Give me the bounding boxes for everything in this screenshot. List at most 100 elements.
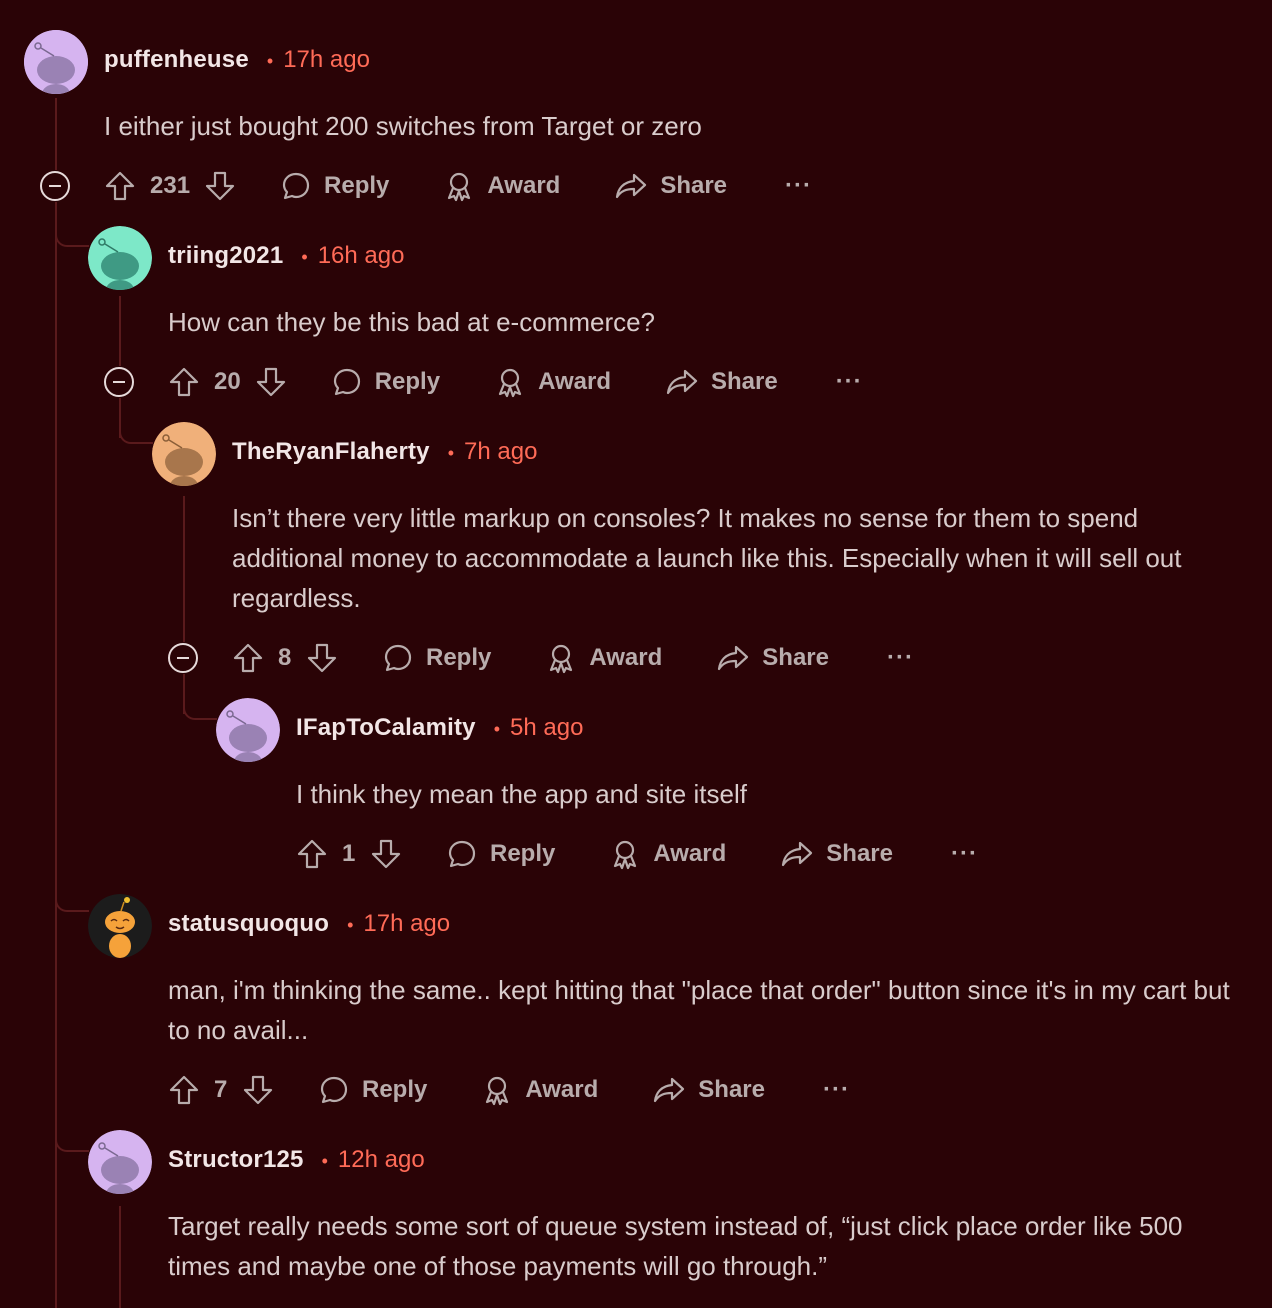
- avatar[interactable]: [24, 30, 88, 94]
- timestamp[interactable]: 17h ago: [283, 46, 370, 74]
- vote-count: 1: [342, 840, 356, 867]
- collapse-button[interactable]: [104, 367, 134, 397]
- timestamp[interactable]: 12h ago: [338, 1146, 425, 1174]
- reply-button[interactable]: Reply: [331, 366, 440, 398]
- reply-button[interactable]: Reply: [318, 1074, 427, 1106]
- downvote-button[interactable]: [242, 1074, 274, 1106]
- snoo-avatar-icon: [152, 422, 216, 486]
- share-icon: [654, 1077, 685, 1103]
- award-button[interactable]: Award: [609, 838, 726, 870]
- username[interactable]: Structor125: [168, 1146, 304, 1174]
- upvote-button[interactable]: [296, 838, 328, 870]
- award-icon: [614, 840, 637, 870]
- downvote-button[interactable]: [255, 366, 287, 398]
- separator-dot: •: [493, 719, 501, 739]
- avatar[interactable]: [88, 226, 152, 290]
- thread-elbow: [55, 1120, 89, 1152]
- reply-label: Reply: [374, 368, 441, 395]
- username[interactable]: puffenheuse: [104, 46, 249, 74]
- comment-body: I either just bought 200 switches from T…: [104, 111, 702, 141]
- comment-body: How can they be this bad at e-commerce?: [168, 307, 656, 337]
- downvote-icon: [371, 839, 401, 869]
- comment-body: I think they mean the app and site itsel…: [296, 779, 747, 809]
- downvote-icon: [256, 367, 285, 397]
- reply-button[interactable]: Reply: [446, 838, 555, 870]
- award-icon: [550, 644, 573, 674]
- collapse-button[interactable]: [168, 643, 198, 673]
- share-icon: [782, 841, 813, 867]
- thread-elbow: [55, 215, 89, 247]
- timestamp[interactable]: 5h ago: [510, 714, 583, 742]
- share-button[interactable]: Share: [652, 1074, 765, 1106]
- share-label: Share: [710, 368, 778, 395]
- downvote-button[interactable]: [204, 170, 236, 202]
- more-options-button[interactable]: ···: [823, 1076, 850, 1104]
- comment-body: man, i'm thinking the same.. kept hittin…: [168, 975, 1230, 1045]
- downvote-button[interactable]: [306, 642, 338, 674]
- award-label: Award: [525, 1076, 599, 1103]
- upvote-icon: [297, 839, 327, 869]
- timestamp[interactable]: 7h ago: [464, 438, 537, 466]
- award-button[interactable]: Award: [443, 170, 560, 202]
- snoo-avatar-icon: [88, 226, 152, 290]
- separator-dot: •: [266, 51, 274, 71]
- separator-dot: •: [321, 1151, 328, 1171]
- vote-count: 8: [278, 644, 292, 671]
- separator-dot: •: [301, 247, 308, 267]
- share-icon: [666, 369, 698, 395]
- snoo-avatar-icon: [216, 698, 280, 762]
- share-button[interactable]: Share: [780, 838, 893, 870]
- share-button[interactable]: Share: [716, 642, 829, 674]
- avatar[interactable]: [216, 698, 280, 762]
- username[interactable]: IFapToCalamity: [296, 714, 476, 742]
- award-button[interactable]: Award: [545, 642, 662, 674]
- separator-dot: •: [447, 443, 455, 463]
- avatar[interactable]: [88, 1130, 152, 1194]
- vote-count: 231: [150, 172, 191, 199]
- share-button[interactable]: Share: [665, 366, 778, 398]
- username[interactable]: triing2021: [168, 242, 283, 270]
- upvote-button[interactable]: [168, 366, 200, 398]
- comment-bubble-icon: [320, 1076, 348, 1104]
- award-label: Award: [538, 368, 611, 395]
- avatar[interactable]: [152, 422, 216, 486]
- award-icon: [448, 172, 471, 202]
- reply-label: Reply: [362, 1076, 428, 1103]
- upvote-button[interactable]: [104, 170, 136, 202]
- thread-line[interactable]: [183, 496, 185, 642]
- timestamp[interactable]: 16h ago: [318, 242, 405, 270]
- thread-elbow: [55, 880, 89, 912]
- avatar[interactable]: [88, 894, 152, 958]
- award-label: Award: [589, 644, 663, 671]
- upvote-icon: [105, 171, 135, 201]
- reply-button[interactable]: Reply: [382, 642, 491, 674]
- award-button[interactable]: Award: [481, 1074, 598, 1106]
- reply-button[interactable]: Reply: [280, 170, 389, 202]
- award-button[interactable]: Award: [494, 366, 611, 398]
- more-options-button[interactable]: ···: [887, 644, 914, 672]
- thread-elbow: [183, 688, 217, 720]
- thread-line[interactable]: [55, 98, 57, 170]
- share-button[interactable]: Share: [614, 170, 727, 202]
- more-options-button[interactable]: ···: [785, 172, 812, 200]
- downvote-icon: [243, 1075, 273, 1105]
- upvote-button[interactable]: [232, 642, 264, 674]
- collapse-button[interactable]: [40, 171, 70, 201]
- reply-label: Reply: [426, 644, 492, 671]
- downvote-button[interactable]: [370, 838, 402, 870]
- downvote-icon: [205, 171, 235, 201]
- more-options-button[interactable]: ···: [836, 368, 863, 396]
- upvote-icon: [169, 367, 199, 397]
- share-label: Share: [826, 840, 893, 867]
- timestamp[interactable]: 17h ago: [363, 910, 450, 938]
- thread-line[interactable]: [119, 1206, 121, 1308]
- award-label: Award: [487, 172, 561, 199]
- more-options-button[interactable]: ···: [951, 840, 978, 868]
- upvote-button[interactable]: [168, 1074, 200, 1106]
- share-label: Share: [762, 644, 829, 671]
- thread-line[interactable]: [119, 296, 121, 366]
- award-icon: [486, 1076, 509, 1106]
- comment-bubble-icon: [282, 172, 310, 200]
- username[interactable]: statusquoquo: [168, 910, 329, 938]
- username[interactable]: TheRyanFlaherty: [232, 438, 430, 466]
